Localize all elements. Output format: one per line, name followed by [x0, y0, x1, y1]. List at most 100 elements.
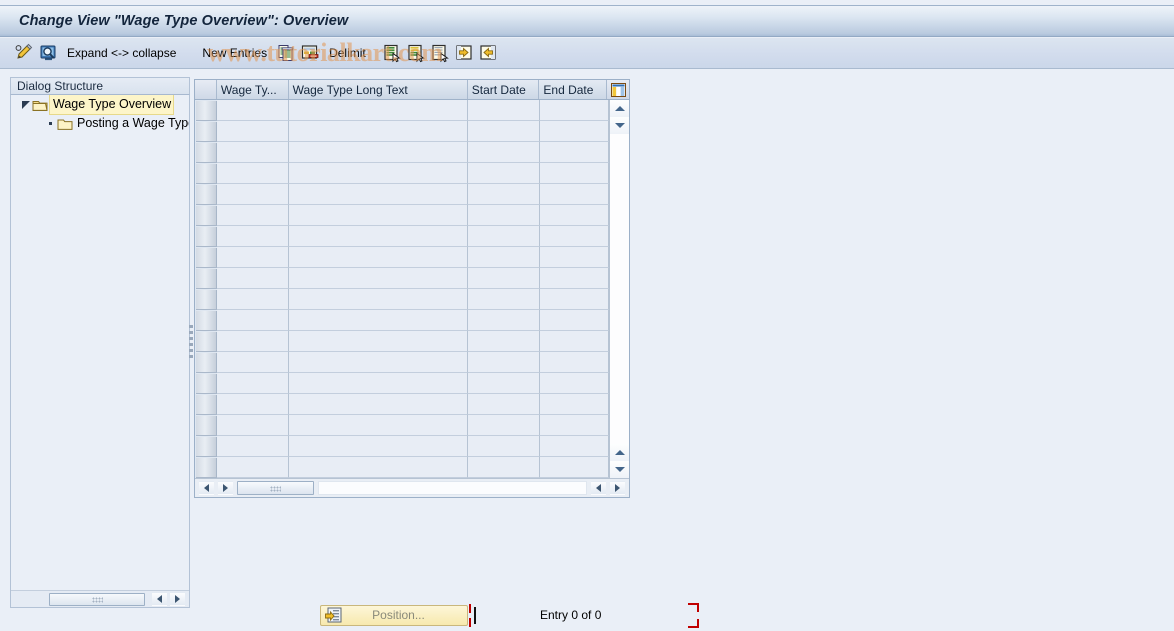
column-header-start-date[interactable]: Start Date — [468, 80, 540, 99]
table-cell[interactable] — [468, 415, 541, 436]
table-cell[interactable] — [288, 289, 469, 310]
table-cell[interactable] — [468, 436, 541, 457]
row-select-button[interactable] — [196, 395, 217, 415]
splitter-grip-icon[interactable] — [189, 324, 193, 361]
table-cell[interactable] — [540, 121, 609, 142]
table-cell[interactable] — [216, 373, 289, 394]
table-cell[interactable] — [468, 394, 541, 415]
sidebar-scroll-left-button[interactable] — [152, 592, 167, 606]
sidebar-item-wage-type-overview[interactable]: Wage Type Overview — [11, 95, 189, 115]
row-select-button[interactable] — [196, 227, 217, 247]
table-cell[interactable] — [288, 142, 469, 163]
table-cell[interactable] — [540, 331, 609, 352]
table-cell[interactable] — [468, 457, 541, 478]
row-select-button[interactable] — [196, 374, 217, 394]
table-cell[interactable] — [216, 289, 289, 310]
table-horizontal-scrollbar[interactable] — [195, 478, 629, 497]
row-select-button[interactable] — [196, 185, 217, 205]
table-cell[interactable] — [540, 373, 609, 394]
new-entries-button[interactable]: New Entries — [195, 41, 274, 65]
table-cell[interactable] — [216, 331, 289, 352]
select-all-button[interactable] — [380, 41, 404, 65]
copy-as-button[interactable] — [274, 41, 298, 65]
expand-caret-icon[interactable] — [19, 95, 32, 114]
row-select-button[interactable] — [196, 248, 217, 268]
table-cell[interactable] — [216, 247, 289, 268]
row-select-button[interactable] — [196, 269, 217, 289]
table-cell[interactable] — [540, 163, 609, 184]
table-cell[interactable] — [468, 373, 541, 394]
table-cell[interactable] — [216, 100, 289, 121]
table-cell[interactable] — [468, 310, 541, 331]
display-mode-button[interactable] — [36, 41, 60, 65]
table-row[interactable] — [195, 247, 609, 268]
table-row[interactable] — [195, 394, 609, 415]
expand-collapse-button[interactable]: Expand <-> collapse — [60, 41, 183, 65]
table-cell[interactable] — [216, 457, 289, 478]
row-select-button[interactable] — [196, 143, 217, 163]
table-cell[interactable] — [540, 100, 609, 121]
scroll-down-button-bottom[interactable] — [610, 461, 629, 478]
table-cell[interactable] — [540, 457, 609, 478]
table-cell[interactable] — [216, 163, 289, 184]
table-row[interactable] — [195, 352, 609, 373]
row-select-button[interactable] — [196, 416, 217, 436]
row-select-button[interactable] — [196, 458, 217, 478]
table-cell[interactable] — [468, 163, 541, 184]
table-row[interactable] — [195, 205, 609, 226]
table-cell[interactable] — [540, 436, 609, 457]
row-select-button[interactable] — [196, 101, 217, 121]
select-all-column-header[interactable] — [195, 80, 217, 99]
table-cell[interactable] — [540, 268, 609, 289]
column-header-wage-type-long-text[interactable]: Wage Type Long Text — [289, 80, 468, 99]
table-cell[interactable] — [540, 184, 609, 205]
table-cell[interactable] — [540, 247, 609, 268]
table-scroll-thumb[interactable] — [237, 481, 314, 495]
table-cell[interactable] — [288, 373, 469, 394]
horizontal-scroll-track[interactable] — [318, 481, 587, 495]
table-cell[interactable] — [540, 352, 609, 373]
table-cell[interactable] — [288, 352, 469, 373]
table-cell[interactable] — [288, 457, 469, 478]
table-scroll-right-button-2[interactable] — [610, 481, 625, 495]
table-row[interactable] — [195, 268, 609, 289]
scroll-down-button-top[interactable] — [610, 117, 629, 134]
table-cell[interactable] — [468, 247, 541, 268]
row-select-button[interactable] — [196, 290, 217, 310]
row-select-button[interactable] — [196, 353, 217, 373]
table-cell[interactable] — [540, 394, 609, 415]
row-select-button[interactable] — [196, 437, 217, 457]
table-row[interactable] — [195, 121, 609, 142]
position-input-cursor[interactable] — [469, 603, 483, 627]
row-select-button[interactable] — [196, 311, 217, 331]
table-vertical-scrollbar[interactable] — [609, 100, 629, 478]
table-cell[interactable] — [288, 415, 469, 436]
table-row[interactable] — [195, 310, 609, 331]
sidebar-scroll-thumb[interactable] — [49, 592, 145, 606]
row-select-button[interactable] — [196, 206, 217, 226]
table-row[interactable] — [195, 184, 609, 205]
table-cell[interactable] — [468, 121, 541, 142]
table-cell[interactable] — [216, 436, 289, 457]
table-cell[interactable] — [288, 163, 469, 184]
table-cell[interactable] — [216, 142, 289, 163]
table-row[interactable] — [195, 331, 609, 352]
table-cell[interactable] — [288, 247, 469, 268]
table-cell[interactable] — [540, 142, 609, 163]
column-header-wage-type[interactable]: Wage Ty... — [217, 80, 289, 99]
position-button[interactable]: Position... — [320, 604, 468, 626]
table-cell[interactable] — [216, 310, 289, 331]
table-cell[interactable] — [288, 436, 469, 457]
deselect-all-button[interactable] — [428, 41, 452, 65]
table-cell[interactable] — [540, 310, 609, 331]
table-cell[interactable] — [288, 205, 469, 226]
table-row[interactable] — [195, 436, 609, 457]
table-cell[interactable] — [216, 415, 289, 436]
vertical-scroll-track[interactable] — [610, 134, 629, 444]
table-row[interactable] — [195, 163, 609, 184]
table-row[interactable] — [195, 100, 609, 121]
table-cell[interactable] — [288, 184, 469, 205]
table-cell[interactable] — [468, 268, 541, 289]
table-cell[interactable] — [468, 100, 541, 121]
table-cell[interactable] — [540, 205, 609, 226]
